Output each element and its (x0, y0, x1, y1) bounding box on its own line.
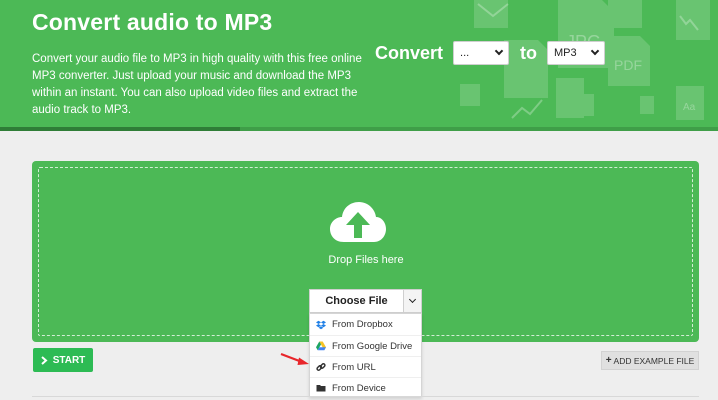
chevron-right-icon (41, 355, 48, 365)
start-button-label: START (52, 354, 86, 366)
target-format-value: MP3 (554, 47, 577, 59)
drop-files-text: Drop Files here (328, 254, 404, 266)
chevron-down-icon (590, 46, 600, 56)
upload-source-menu: From Dropbox From Google Drive From URL … (309, 313, 422, 397)
choose-file-dropdown[interactable]: Choose File (309, 289, 422, 313)
source-format-select[interactable]: ... (453, 41, 510, 65)
convert-label: Convert (375, 42, 444, 63)
menu-item-label: From Dropbox (332, 319, 393, 330)
dropbox-icon (316, 320, 326, 329)
start-button[interactable]: START (33, 348, 93, 372)
plus-icon: + (605, 355, 612, 366)
hero-banner: JPG PDF Aa Convert audio to MP3 Convert … (0, 0, 718, 131)
font-bg-label: Aa (683, 102, 696, 113)
annotation-arrow (280, 352, 309, 365)
cloud-upload-icon (330, 202, 386, 242)
menu-item-label: From URL (332, 361, 376, 373)
menu-item-label: From Device (332, 382, 386, 394)
menu-item-device[interactable]: From Device (310, 377, 421, 398)
add-example-file-label: ADD EXAMPLE FILE (613, 355, 695, 366)
chevron-down-icon (408, 295, 417, 304)
to-label: to (520, 42, 538, 63)
pdf-bg-label: PDF (614, 57, 642, 73)
chevron-down-icon (494, 46, 504, 56)
menu-item-dropbox[interactable]: From Dropbox (310, 314, 421, 335)
hero-bottom-strip-accent (0, 127, 240, 131)
choose-file-toggle[interactable] (403, 290, 421, 312)
menu-item-label: From Google Drive (332, 340, 413, 352)
choose-file-button[interactable]: Choose File (310, 290, 403, 312)
link-icon (316, 363, 326, 371)
add-example-file-button[interactable]: + ADD EXAMPLE FILE (601, 351, 699, 370)
convert-format-row: Convert ... to MP3 (375, 40, 606, 66)
menu-item-google-drive[interactable]: From Google Drive (310, 335, 421, 356)
source-format-value: ... (460, 47, 470, 59)
google-drive-icon (316, 341, 326, 351)
page-title: Convert audio to MP3 (32, 9, 273, 35)
page-description: Convert your audio file to MP3 in high q… (32, 53, 362, 116)
folder-icon (316, 385, 326, 392)
bottom-divider (32, 396, 699, 400)
menu-item-url[interactable]: From URL (310, 356, 421, 377)
target-format-select[interactable]: MP3 (547, 41, 606, 65)
